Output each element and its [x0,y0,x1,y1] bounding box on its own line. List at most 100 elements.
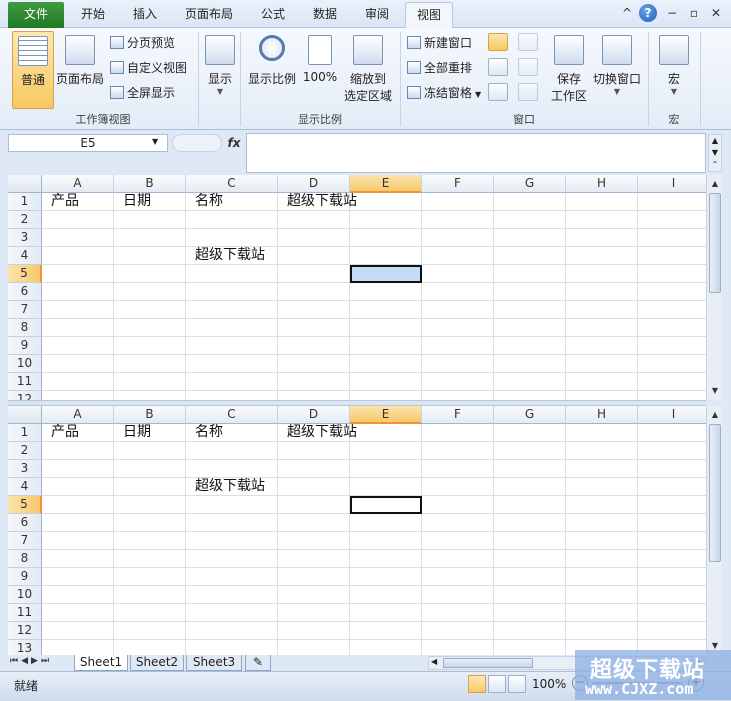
cell-f7[interactable] [422,301,494,319]
cell-c5[interactable] [186,496,278,514]
horizontal-scroll-thumb[interactable] [443,658,533,668]
bottom-pane-vertical-scrollbar[interactable]: ▲ ▼ [706,406,722,655]
cell-f1[interactable] [422,424,494,442]
cell-d6[interactable] [278,283,350,301]
cell-e4[interactable] [350,247,422,265]
tab-view[interactable]: 视图 [405,2,453,29]
cell-e11[interactable] [350,604,422,622]
cell-a8[interactable] [42,550,114,568]
column-header-h[interactable]: H [566,175,638,193]
page-layout-status-icon[interactable] [488,675,506,693]
cell-e5[interactable] [350,265,422,283]
cell-f4[interactable] [422,247,494,265]
cell-i1[interactable] [638,193,706,211]
sheet-nav-arrows-icon[interactable]: ⏮◀▶⏭ [10,656,70,666]
cell-c2[interactable] [186,442,278,460]
tab-data[interactable]: 数据 [302,2,348,28]
cell-d9[interactable] [278,568,350,586]
cell-a7[interactable] [42,532,114,550]
cell-f10[interactable] [422,355,494,373]
cell-c1[interactable]: 名称 [186,424,278,442]
cell-i11[interactable] [638,604,706,622]
cell-h3[interactable] [566,229,638,247]
cell-d9[interactable] [278,337,350,355]
cell-i5[interactable] [638,496,706,514]
select-all-corner[interactable] [8,175,42,193]
cell-b5[interactable] [114,265,186,283]
cell-e3[interactable] [350,229,422,247]
zoom-to-selection-button[interactable]: 缩放到 选定区域 [342,35,394,104]
cell-e10[interactable] [350,355,422,373]
cell-g3[interactable] [494,229,566,247]
cell-g5[interactable] [494,265,566,283]
cell-g4[interactable] [494,247,566,265]
cell-d3[interactable] [278,229,350,247]
cell-e9[interactable] [350,568,422,586]
tab-home[interactable]: 开始 [68,2,118,28]
row-header-4[interactable]: 4 [8,247,42,265]
cell-g1[interactable] [494,424,566,442]
column-header-g[interactable]: G [494,406,566,424]
cell-b11[interactable] [114,604,186,622]
cell-e7[interactable] [350,301,422,319]
unhide-window-icon[interactable] [488,83,508,101]
row-header-12[interactable]: 12 [8,622,42,640]
cell-b2[interactable] [114,442,186,460]
cell-b6[interactable] [114,283,186,301]
cell-h10[interactable] [566,586,638,604]
cell-e3[interactable] [350,460,422,478]
row-header-10[interactable]: 10 [8,355,42,373]
cell-c6[interactable] [186,514,278,532]
row-header-2[interactable]: 2 [8,442,42,460]
cell-d7[interactable] [278,532,350,550]
cell-c7[interactable] [186,301,278,319]
cell-e1[interactable] [350,193,422,211]
cell-g6[interactable] [494,283,566,301]
cell-g13[interactable] [494,640,566,655]
cell-c10[interactable] [186,355,278,373]
cell-g7[interactable] [494,301,566,319]
cell-e1[interactable] [350,424,422,442]
cell-f11[interactable] [422,373,494,391]
cell-b3[interactable] [114,229,186,247]
row-header-11[interactable]: 11 [8,604,42,622]
cell-g10[interactable] [494,586,566,604]
cell-a10[interactable] [42,586,114,604]
cell-f3[interactable] [422,229,494,247]
close-icon[interactable]: ✕ [708,5,724,21]
cell-h11[interactable] [566,604,638,622]
cell-c3[interactable] [186,229,278,247]
cell-i12[interactable] [638,622,706,640]
tab-page-layout[interactable]: 页面布局 [172,2,246,28]
cell-f9[interactable] [422,568,494,586]
restore-icon[interactable]: ▫ [686,5,702,21]
cell-f5[interactable] [422,496,494,514]
row-header-1[interactable]: 1 [8,424,42,442]
cell-h12[interactable] [566,391,638,400]
column-header-c[interactable]: C [186,175,278,193]
cell-h1[interactable] [566,424,638,442]
view-side-by-side-icon[interactable] [518,33,538,51]
cell-f13[interactable] [422,640,494,655]
column-header-h[interactable]: H [566,406,638,424]
cell-c3[interactable] [186,460,278,478]
cell-a12[interactable] [42,391,114,400]
tab-file[interactable]: 文件 [8,2,64,28]
cell-c11[interactable] [186,604,278,622]
cell-e10[interactable] [350,586,422,604]
cell-c9[interactable] [186,568,278,586]
cell-b12[interactable] [114,391,186,400]
column-header-f[interactable]: F [422,175,494,193]
cell-a11[interactable] [42,373,114,391]
row-header-12[interactable]: 12 [8,391,42,400]
cell-b10[interactable] [114,586,186,604]
cell-d5[interactable] [278,265,350,283]
macros-button[interactable]: 宏 ▼ [656,35,692,96]
column-header-i[interactable]: I [638,175,706,193]
cell-a9[interactable] [42,568,114,586]
split-icon[interactable] [488,33,508,51]
cell-a1[interactable]: 产品 [42,193,114,211]
cell-b9[interactable] [114,568,186,586]
cell-i7[interactable] [638,301,706,319]
name-box[interactable]: E5 [8,134,168,152]
